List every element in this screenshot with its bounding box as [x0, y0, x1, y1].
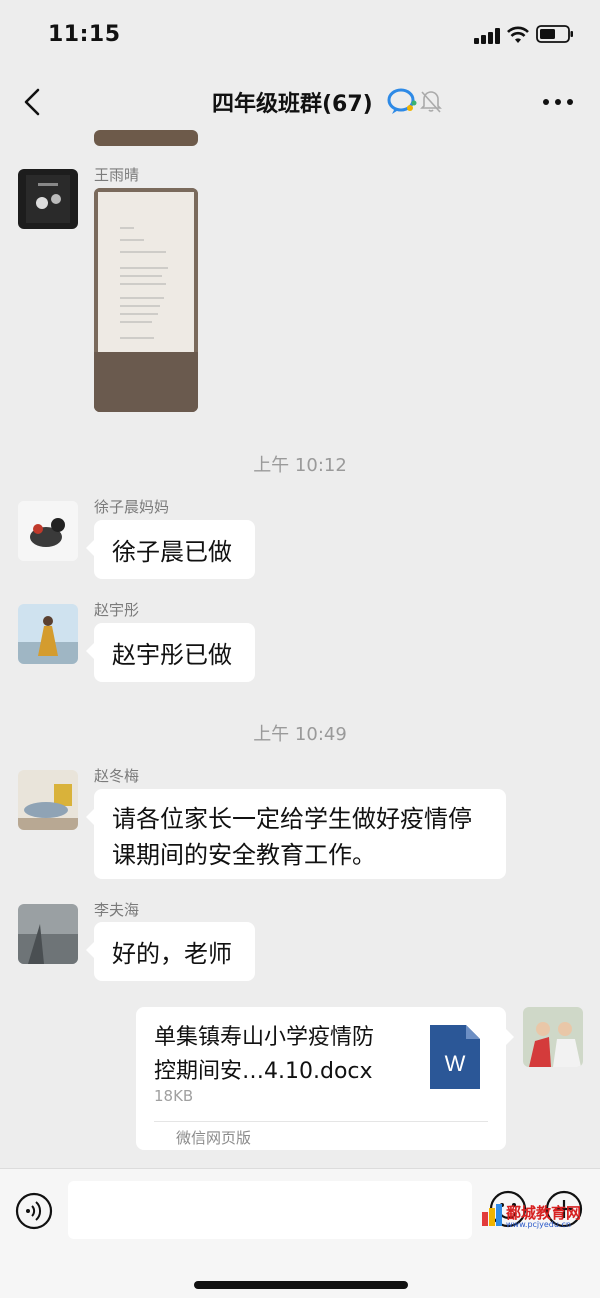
previous-photo-message[interactable]: [94, 130, 198, 146]
sender-name: 徐子晨妈妈: [94, 498, 170, 516]
message-text: 徐子晨已做: [112, 538, 232, 566]
file-name-line: 控期间安…4.10.docx: [154, 1059, 373, 1084]
text-message[interactable]: 请各位家长一定给学生做好疫情停 课期间的安全教育工作。: [86, 789, 506, 879]
message-input[interactable]: [68, 1181, 472, 1239]
mute-bell-icon: [420, 91, 442, 113]
status-time: 11:15: [48, 22, 121, 47]
file-card-divider: [154, 1121, 488, 1122]
message-text-line: 请各位家长一定给学生做好疫情停: [112, 805, 472, 833]
timestamp: 上午 10:12: [253, 455, 347, 476]
file-size: 18KB: [154, 1087, 194, 1105]
wifi-icon: [507, 26, 529, 43]
watermark-logo-icon: [482, 1204, 502, 1226]
cellular-signal-icon: [474, 28, 500, 44]
chat-header: 四年级班群(67): [0, 70, 600, 134]
sender-name: 王雨晴: [94, 166, 140, 184]
text-message[interactable]: 赵宇彤已做: [86, 623, 255, 682]
file-source: 微信网页版: [176, 1129, 252, 1147]
photo-message[interactable]: [94, 188, 198, 412]
message-text-line: 课期间的安全教育工作。: [112, 841, 376, 869]
sender-name: 李夫海: [94, 901, 140, 919]
work-group-icon: [387, 88, 417, 114]
avatar[interactable]: [18, 770, 78, 830]
sender-name: 赵宇彤: [94, 601, 140, 619]
my-avatar[interactable]: [523, 1007, 583, 1067]
back-chevron-icon[interactable]: [18, 86, 48, 118]
timestamp: 上午 10:49: [253, 724, 347, 745]
voice-input-icon[interactable]: [14, 1191, 54, 1231]
file-name-line: 单集镇寿山小学疫情防: [154, 1025, 375, 1050]
file-message-card[interactable]: 单集镇寿山小学疫情防 控期间安…4.10.docx 18KB W 微信网页版: [136, 1007, 514, 1150]
avatar[interactable]: [18, 604, 78, 664]
file-name: 单集镇寿山小学疫情防 控期间安…4.10.docx: [154, 1021, 414, 1089]
avatar[interactable]: [18, 904, 78, 964]
watermark-url: www.pcjyedu.cn: [506, 1220, 571, 1229]
word-document-icon: W: [430, 1025, 480, 1089]
input-bar: [0, 1168, 600, 1298]
text-message[interactable]: 徐子晨已做: [86, 520, 255, 579]
avatar[interactable]: [18, 501, 78, 561]
message-text: 好的，老师: [112, 940, 232, 968]
battery-icon: [536, 25, 573, 43]
status-bar: 11:15: [0, 0, 600, 70]
more-icon[interactable]: [540, 90, 576, 114]
message-text: 赵宇彤已做: [112, 641, 232, 669]
home-indicator: [194, 1281, 408, 1289]
avatar[interactable]: [18, 169, 78, 229]
sender-name: 赵冬梅: [94, 767, 140, 785]
word-letter: W: [445, 1051, 466, 1076]
chat-title: 四年级班群(67): [212, 92, 373, 117]
text-message[interactable]: 好的，老师: [86, 922, 255, 981]
site-watermark: 鄱城教育网 www.pcjyedu.cn: [482, 1202, 590, 1232]
chat-status-icons: [387, 88, 442, 114]
